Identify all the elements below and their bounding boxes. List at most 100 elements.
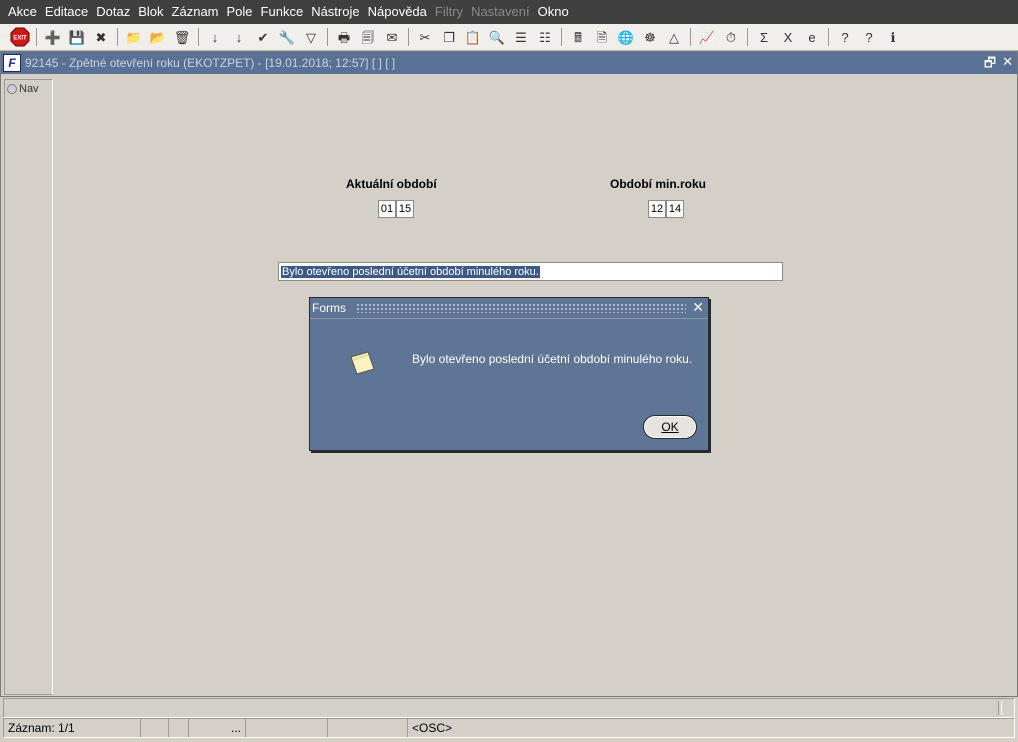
query-icon: 📁: [125, 29, 143, 45]
mail-button[interactable]: ✉: [380, 26, 404, 48]
chart-icon: 📈: [698, 29, 716, 45]
dialog-titlebar[interactable]: Forms ✕: [310, 298, 708, 318]
insert-record-icon: ➕: [44, 29, 62, 45]
paste-icon: 📋: [464, 29, 482, 45]
obdobi-min-roku-label: Období min.roku: [610, 177, 706, 191]
help-button[interactable]: ?: [857, 26, 881, 48]
menu-okno[interactable]: Okno: [534, 0, 573, 24]
excel-button[interactable]: X: [776, 26, 800, 48]
document-icon: 🗎: [596, 29, 608, 45]
find-icon: 🔍: [488, 29, 506, 45]
status-bar-top: [3, 698, 1015, 718]
globe-icon: 🌐: [617, 29, 635, 45]
note-icon: [350, 351, 375, 375]
dialog-message: Bylo otevřeno poslední účetní období min…: [412, 352, 693, 366]
aktualni-month-field[interactable]: 01: [378, 200, 396, 218]
forms-alert-dialog: Forms ✕ Bylo otevřeno poslední účetní ob…: [309, 297, 709, 451]
window-title: 92145 - Zpětné otevření roku (EKOTZPET) …: [25, 56, 396, 70]
excel-icon: X: [783, 29, 793, 45]
menu-dotaz[interactable]: Dotaz: [92, 0, 134, 24]
menu-nastroje[interactable]: Nástroje: [307, 0, 363, 24]
paste-button[interactable]: 📋: [461, 26, 485, 48]
exit-button[interactable]: EXIT: [8, 26, 32, 48]
sum-icon: Σ: [759, 29, 769, 45]
menu-napoveda[interactable]: Nápověda: [364, 0, 431, 24]
filter-icon: ▽: [306, 29, 316, 45]
split-button[interactable]: ☷: [533, 26, 557, 48]
toolbar-separator: [408, 28, 409, 46]
execute-query-button[interactable]: 📂: [146, 26, 170, 48]
cut-icon: ✂: [419, 29, 431, 45]
sort-asc-icon: ↓: [211, 29, 219, 45]
status-osc: <OSC>: [412, 721, 453, 735]
menu-akce[interactable]: Akce: [4, 0, 41, 24]
calculator-button[interactable]: 🖩: [566, 26, 590, 48]
print-preview-button[interactable]: 🗐: [356, 26, 380, 48]
aktualni-year-field[interactable]: 15: [396, 200, 414, 218]
dialog-close-icon[interactable]: ✕: [692, 299, 704, 316]
chart-button[interactable]: 📈: [695, 26, 719, 48]
help-book-button[interactable]: ?: [833, 26, 857, 48]
toolbar: EXIT ➕ 💾 ✖ 📁 📂 🗑 ↓ ↓ ✔ 🔧 ▽ 🖶 🗐 ✉ ✂ ❐ 📋 🔍 ☰ ☷ 🖩 🗎 🌐 ☸ △ 📈 ⏱ Σ Xe?? ℹ: [0, 24, 1018, 51]
wrench-button[interactable]: 🔧: [275, 26, 299, 48]
info-icon: ℹ: [890, 29, 896, 45]
filter-button[interactable]: ▽: [299, 26, 323, 48]
nav-label: Nav: [19, 83, 39, 95]
wrench-icon: 🔧: [278, 29, 296, 45]
status-cell-3: [169, 719, 189, 737]
menu-zaznam[interactable]: Záznam: [168, 0, 223, 24]
toolbar-separator: [36, 28, 37, 46]
radio-icon: [7, 84, 17, 94]
save-button[interactable]: 💾: [65, 26, 89, 48]
wheel-button[interactable]: ☸: [638, 26, 662, 48]
copy-button[interactable]: ❐: [437, 26, 461, 48]
window-titlebar[interactable]: F 92145 - Zpětné otevření roku (EKOTZPET…: [1, 52, 1017, 74]
status-bar: Záznam: 1/1 ... <OSC>: [3, 718, 1015, 738]
save-icon: 💾: [68, 29, 86, 45]
message-text: Bylo otevřeno poslední účetní období min…: [281, 265, 540, 278]
triangle-button[interactable]: △: [662, 26, 686, 48]
sum-button[interactable]: Σ: [752, 26, 776, 48]
ie-button[interactable]: e: [800, 26, 824, 48]
close-window-icon[interactable]: ✕: [1002, 54, 1013, 76]
menu-blok[interactable]: Blok: [134, 0, 167, 24]
cut-button[interactable]: ✂: [413, 26, 437, 48]
clock-icon: ⏱: [725, 29, 737, 45]
min-month-field[interactable]: 12: [648, 200, 666, 218]
menu-nastaveni: Nastavení: [471, 4, 530, 19]
menu-editace[interactable]: Editace: [41, 0, 92, 24]
toolbar-separator: [561, 28, 562, 46]
calculator-icon: 🖩: [574, 29, 582, 45]
ok-button[interactable]: OK: [643, 415, 697, 439]
forms-app-icon: F: [3, 54, 21, 72]
list-button[interactable]: ☰: [509, 26, 533, 48]
nav-tab[interactable]: Nav: [7, 83, 39, 95]
status-record: Záznam: 1/1: [4, 719, 141, 737]
restore-window-icon[interactable]: 🗗: [984, 54, 996, 76]
delete-record-icon: ✖: [95, 29, 107, 45]
info-button[interactable]: ℹ: [881, 26, 905, 48]
cancel-query-icon: 🗑: [173, 29, 191, 45]
cancel-query-button[interactable]: 🗑: [170, 26, 194, 48]
menu-funkce[interactable]: Funkce: [257, 0, 308, 24]
query-button[interactable]: 📁: [122, 26, 146, 48]
insert-record-button[interactable]: ➕: [41, 26, 65, 48]
globe-button[interactable]: 🌐: [614, 26, 638, 48]
message-field[interactable]: Bylo otevřeno poslední účetní období min…: [278, 262, 783, 281]
check-button[interactable]: ✔: [251, 26, 275, 48]
clock-button[interactable]: ⏱: [719, 26, 743, 48]
min-year-field[interactable]: 14: [666, 200, 684, 218]
ie-icon: e: [808, 29, 816, 45]
sort-asc-button[interactable]: ↓: [203, 26, 227, 48]
document-button[interactable]: 🗎: [590, 26, 614, 48]
aktualni-obdobi-label: Aktuální období: [346, 177, 437, 191]
wheel-icon: ☸: [644, 29, 656, 45]
sort-desc-button[interactable]: ↓: [227, 26, 251, 48]
delete-record-button[interactable]: ✖: [89, 26, 113, 48]
menu-bar: Akce Editace Dotaz Blok Záznam Pole Funk…: [0, 0, 1018, 24]
toolbar-separator: [828, 28, 829, 46]
print-button[interactable]: 🖶: [332, 26, 356, 48]
find-button[interactable]: 🔍: [485, 26, 509, 48]
toolbar-separator: [117, 28, 118, 46]
menu-pole[interactable]: Pole: [223, 0, 257, 24]
